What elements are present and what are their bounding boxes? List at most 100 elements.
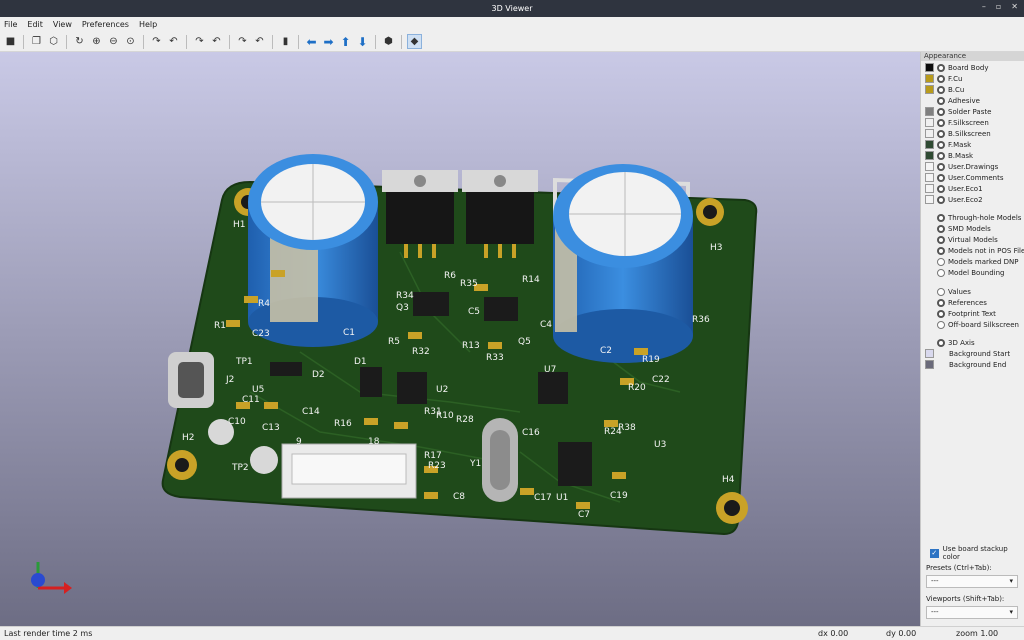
- visibility-eye-icon[interactable]: [937, 246, 945, 255]
- text-off-board-silkscreen[interactable]: Off-board Silkscreen: [925, 319, 1019, 330]
- object-label: SMD Models: [948, 224, 991, 233]
- text-references[interactable]: References: [925, 297, 987, 308]
- color-swatch[interactable]: [925, 162, 934, 171]
- color-swatch[interactable]: [925, 118, 934, 127]
- move-right-icon[interactable]: ➡: [321, 34, 336, 49]
- layer-f-silkscreen[interactable]: F.Silkscreen: [925, 117, 989, 128]
- move-left-icon[interactable]: ⬅: [304, 34, 319, 49]
- menu-file[interactable]: File: [4, 20, 17, 29]
- checkmark-icon[interactable]: ✓: [930, 548, 939, 558]
- rotate-z-ccw-icon[interactable]: ↶: [252, 34, 267, 49]
- orthographic-icon[interactable]: ⬢: [381, 34, 396, 49]
- zoom-in-icon[interactable]: ⊕: [89, 34, 104, 49]
- visibility-eye-off-icon[interactable]: [937, 257, 945, 266]
- menu-preferences[interactable]: Preferences: [82, 20, 129, 29]
- layer-b-mask[interactable]: B.Mask: [925, 150, 973, 161]
- layer-adhesive[interactable]: Adhesive: [925, 95, 980, 106]
- menu-view[interactable]: View: [53, 20, 72, 29]
- layer-board-body[interactable]: Board Body: [925, 62, 988, 73]
- rotate-x-ccw-icon[interactable]: ↶: [166, 34, 181, 49]
- visibility-eye-icon[interactable]: [937, 162, 945, 171]
- rotate-y-cw-icon[interactable]: ↷: [192, 34, 207, 49]
- visibility-eye-icon[interactable]: [937, 118, 945, 127]
- layer-user-drawings[interactable]: User.Drawings: [925, 161, 998, 172]
- visibility-eye-icon[interactable]: [937, 140, 945, 149]
- visibility-eye-icon[interactable]: [937, 195, 945, 204]
- appearance-panel: Appearance Board Body F.Cu B.Cu Adhesive…: [920, 52, 1024, 626]
- zoom-out-icon[interactable]: ⊖: [106, 34, 121, 49]
- flip-board-icon[interactable]: ▮: [278, 34, 293, 49]
- visibility-eye-icon[interactable]: [937, 74, 945, 83]
- visibility-eye-off-icon[interactable]: [937, 287, 945, 296]
- use-stackup-color-checkbox[interactable]: ✓ Use board stackup color: [930, 545, 1024, 561]
- layer-user-eco2[interactable]: User.Eco2: [925, 194, 983, 205]
- rotate-z-cw-icon[interactable]: ↷: [235, 34, 250, 49]
- maximize-icon[interactable]: ▫: [996, 2, 1001, 11]
- visibility-eye-icon[interactable]: [937, 173, 945, 182]
- object-through-hole-models[interactable]: Through-hole Models: [925, 212, 1021, 223]
- visibility-eye-icon[interactable]: [937, 309, 945, 318]
- misc-background-start[interactable]: Background Start: [925, 348, 1010, 359]
- move-down-icon[interactable]: ⬇: [355, 34, 370, 49]
- color-swatch[interactable]: [925, 74, 934, 83]
- visibility-eye-icon[interactable]: [937, 184, 945, 193]
- visibility-eye-icon[interactable]: [937, 224, 945, 233]
- visibility-eye-icon[interactable]: [937, 129, 945, 138]
- visibility-eye-icon[interactable]: [937, 107, 945, 116]
- layer-f-cu[interactable]: F.Cu: [925, 73, 962, 84]
- reload-icon[interactable]: ↻: [72, 34, 87, 49]
- menu-edit[interactable]: Edit: [27, 20, 43, 29]
- zoom-fit-icon[interactable]: ⊙: [123, 34, 138, 49]
- color-swatch[interactable]: [925, 85, 934, 94]
- minimize-icon[interactable]: –: [982, 2, 986, 11]
- color-swatch[interactable]: [925, 184, 934, 193]
- color-swatch[interactable]: [925, 107, 934, 116]
- misc-background-end[interactable]: Background End: [925, 359, 1006, 370]
- visibility-eye-icon[interactable]: [937, 338, 945, 347]
- layer-b-cu[interactable]: B.Cu: [925, 84, 964, 95]
- menu-help[interactable]: Help: [139, 20, 157, 29]
- object-virtual-models[interactable]: Virtual Models: [925, 234, 998, 245]
- close-icon[interactable]: ✕: [1011, 2, 1018, 11]
- color-swatch[interactable]: [925, 173, 934, 182]
- layer-user-comments[interactable]: User.Comments: [925, 172, 1003, 183]
- visibility-eye-icon[interactable]: [937, 298, 945, 307]
- visibility-eye-icon[interactable]: [937, 235, 945, 244]
- text-values[interactable]: Values: [925, 286, 971, 297]
- ref-r35: R35: [460, 279, 478, 289]
- object-models-not-in-pos[interactable]: Models not in POS File: [925, 245, 1024, 256]
- color-swatch[interactable]: [925, 349, 934, 358]
- visibility-eye-icon[interactable]: [937, 96, 945, 105]
- visibility-eye-icon[interactable]: [937, 151, 945, 160]
- layer-f-mask[interactable]: F.Mask: [925, 139, 971, 150]
- presets-dropdown[interactable]: --- ▾: [926, 575, 1018, 588]
- visibility-eye-icon[interactable]: [937, 213, 945, 222]
- object-smd-models[interactable]: SMD Models: [925, 223, 991, 234]
- color-swatch[interactable]: [925, 195, 934, 204]
- rotate-y-ccw-icon[interactable]: ↶: [209, 34, 224, 49]
- color-swatch[interactable]: [925, 360, 934, 369]
- render-raytracing-icon[interactable]: ■: [3, 34, 18, 49]
- visibility-eye-icon[interactable]: [937, 85, 945, 94]
- color-swatch[interactable]: [925, 63, 934, 72]
- text-footprint-text[interactable]: Footprint Text: [925, 308, 996, 319]
- visibility-eye-icon[interactable]: [937, 63, 945, 72]
- layer-user-eco1[interactable]: User.Eco1: [925, 183, 983, 194]
- misc-3d-axis[interactable]: 3D Axis: [925, 337, 975, 348]
- layer-b-silkscreen[interactable]: B.Silkscreen: [925, 128, 991, 139]
- object-models-marked-dnp[interactable]: Models marked DNP: [925, 256, 1019, 267]
- visibility-eye-off-icon[interactable]: [937, 320, 945, 329]
- 3d-preferences-icon[interactable]: ⬡: [46, 34, 61, 49]
- color-swatch[interactable]: [925, 129, 934, 138]
- color-swatch[interactable]: [925, 151, 934, 160]
- object-model-bounding[interactable]: Model Bounding: [925, 267, 1004, 278]
- toggle-appearance-panel-icon[interactable]: ◆: [407, 34, 422, 49]
- visibility-eye-off-icon[interactable]: [937, 268, 945, 277]
- color-swatch[interactable]: [925, 140, 934, 149]
- copy-image-icon[interactable]: ❐: [29, 34, 44, 49]
- rotate-x-cw-icon[interactable]: ↷: [149, 34, 164, 49]
- move-up-icon[interactable]: ⬆: [338, 34, 353, 49]
- viewports-dropdown[interactable]: --- ▾: [926, 606, 1018, 619]
- layer-solder-paste[interactable]: Solder Paste: [925, 106, 991, 117]
- 3d-viewport[interactable]: H1 H2 H3 H4 C1 C2 C4 C5 C7 C8 C10 C11 C1…: [0, 52, 920, 626]
